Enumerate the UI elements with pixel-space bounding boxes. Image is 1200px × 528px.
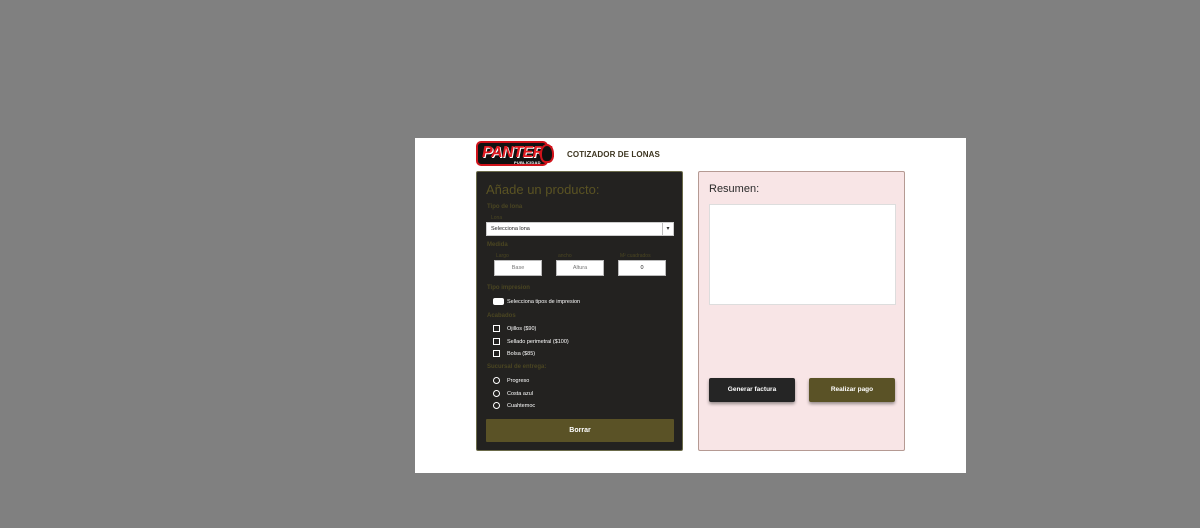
ojillos-checkbox[interactable] [493,325,500,332]
lona-section-label: Tipo de lona [487,204,523,210]
add-product-panel: Añade un producto: Tipo de lona Lona Sel… [476,171,683,451]
app-page: PANTERA PUBLICIDAD COTIZADOR DE LONAS Añ… [415,138,966,473]
m2-label: M² cuadrados [620,253,651,259]
impresion-toggle[interactable] [493,298,504,305]
m2-output: 0 [618,260,666,276]
costa-azul-label: Costa azul [507,391,533,397]
panther-head-icon [540,144,554,163]
sellado-checkbox[interactable] [493,338,500,345]
acabados-section-label: Acabados [487,313,516,319]
chevron-down-icon: ▾ [662,223,673,235]
make-payment-button[interactable]: Realizar pago [809,378,895,402]
cuahtemoc-radio[interactable] [493,402,500,409]
sucursal-section-label: Sucursal de entrega: [487,364,547,370]
costa-azul-radio[interactable] [493,390,500,397]
progreso-label: Progreso [507,378,530,384]
medida-section-label: Medida [487,242,508,248]
summary-panel: Resumen: Generar factura Realizar pago [698,171,905,451]
impresion-section-label: Tipo impresion [487,285,530,291]
bolsa-checkbox[interactable] [493,350,500,357]
lona-select[interactable]: Selecciona lona ▾ [486,222,674,236]
lona-select-value: Selecciona lona [491,226,530,232]
largo-label: Largo [496,253,509,259]
summary-content [709,204,896,305]
lona-sub-label: Lona [491,215,503,221]
summary-title: Resumen: [709,183,760,195]
generate-invoice-button[interactable]: Generar factura [709,378,795,402]
sellado-label: Sellado perimetral ($100) [507,339,569,345]
ancho-label: ancho [558,253,572,259]
bolsa-label: Bolsa ($85) [507,351,536,357]
form-title: Añade un producto: [486,182,600,197]
logo-subtext: PUBLICIDAD [514,160,541,165]
app-title: COTIZADOR DE LONAS [567,150,660,159]
impresion-toggle-label: Selecciona tipos de impresion [507,299,581,305]
cuahtemoc-label: Cuahtemoc [507,403,536,409]
logo-badge: PANTERA PUBLICIDAD [476,141,555,166]
clear-button[interactable]: Borrar [486,419,674,442]
altura-input[interactable]: Altura [556,260,604,276]
progreso-radio[interactable] [493,377,500,384]
pantera-logo[interactable]: PANTERA PUBLICIDAD [476,141,556,167]
base-input[interactable]: Base [494,260,542,276]
ojillos-label: Ojillos ($90) [507,326,537,332]
